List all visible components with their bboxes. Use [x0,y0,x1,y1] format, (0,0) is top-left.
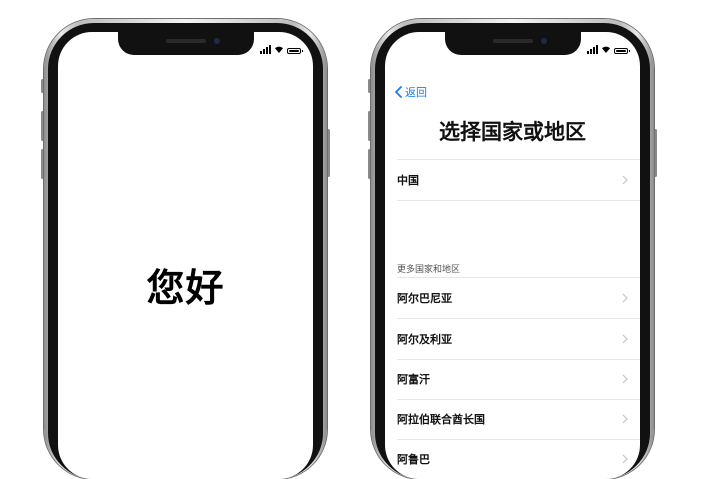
chevron-left-icon [395,86,402,98]
signal-icon [260,45,271,54]
chevron-right-icon [622,414,628,424]
country-row-china[interactable]: 中国 [397,160,628,200]
battery-icon [614,48,630,54]
country-row[interactable]: 阿鲁巴 [397,439,628,479]
status-bar [587,44,630,54]
country-label: 阿拉伯联合酋长国 [397,413,485,426]
back-button[interactable]: 返回 [395,84,427,100]
front-camera [213,38,220,44]
country-row[interactable]: 阿拉伯联合酋长国 [397,399,628,439]
country-label: 阿尔巴尼亚 [397,292,452,305]
speaker-grille [165,39,206,43]
status-bar [260,44,303,54]
country-row[interactable]: 阿富汗 [397,359,628,399]
greeting-text: 您好 [146,266,225,310]
battery-fill [616,50,626,52]
phone-mockup-left: 您好 [41,19,330,479]
chevron-right-icon [622,175,628,185]
chevron-right-icon [622,293,628,303]
country-label: 中国 [397,174,419,187]
country-row[interactable]: 阿尔及利亚 [397,319,628,359]
speaker-grille [492,39,533,43]
phone-mockup-right: 返回 选择国家或地区 中国 更多国家和地区 阿尔巴尼亚 阿尔及利亚 阿富汗 阿拉… [368,19,657,479]
chevron-right-icon [622,374,628,384]
chevron-right-icon [622,454,628,464]
chevron-right-icon [622,334,628,344]
signal-icon [587,45,598,54]
divider [397,200,640,201]
page-title: 选择国家或地区 [439,120,586,144]
section-header: 更多国家和地区 [397,265,461,275]
back-label: 返回 [405,86,427,99]
side-button [654,129,657,177]
country-label: 阿鲁巴 [397,453,430,466]
country-label: 阿富汗 [397,373,430,386]
side-button [327,129,330,177]
notch [444,32,581,55]
wifi-icon [602,46,610,53]
battery-fill [289,50,299,52]
wifi-icon [275,46,283,53]
country-row[interactable]: 阿尔巴尼亚 [397,278,628,318]
phone-screen: 您好 [58,32,313,479]
battery-icon [287,48,303,54]
phone-screen: 返回 选择国家或地区 中国 更多国家和地区 阿尔巴尼亚 阿尔及利亚 阿富汗 阿拉… [385,32,640,479]
notch [117,32,254,55]
front-camera [540,38,547,44]
country-label: 阿尔及利亚 [397,333,452,346]
